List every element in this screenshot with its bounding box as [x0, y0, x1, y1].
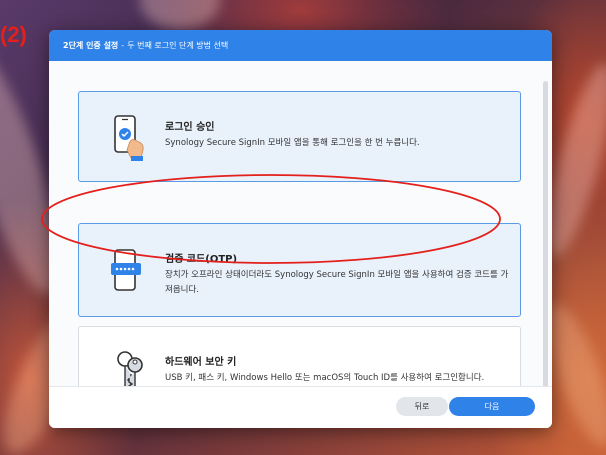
back-button[interactable]: 뒤로 — [396, 397, 448, 416]
two-factor-setup-dialog: 2단계 인증 설정 - 두 번째 로그인 단계 방법 선택 로그인 승인 Syn… — [49, 30, 552, 428]
dialog-body: 로그인 승인 Synology Secure SignIn 모바일 앱을 통해 … — [49, 61, 552, 419]
phone-otp-code-icon — [111, 249, 141, 291]
option-title: 하드웨어 보안 키 — [165, 357, 237, 368]
vertical-scrollbar[interactable] — [543, 81, 548, 411]
option-description: Synology Secure SignIn 모바일 앱을 통해 로그인을 한 … — [165, 138, 420, 148]
dialog-title-separator: - — [121, 41, 125, 50]
option-otp-code[interactable]: 검증 코드(OTP) 장치가 오프라인 상태이더라도 Synology Secu… — [78, 223, 521, 317]
option-title: 검증 코드(OTP) — [165, 254, 238, 265]
option-description: USB 키, 패스 키, Windows Hello 또는 macOS의 Tou… — [165, 373, 485, 383]
dialog-footer: 뒤로 다음 — [49, 386, 552, 428]
option-login-approval[interactable]: 로그인 승인 Synology Secure SignIn 모바일 앱을 통해 … — [78, 91, 521, 182]
phone-tap-approve-icon — [114, 115, 144, 161]
dialog-subtitle: 두 번째 로그인 단계 방법 선택 — [127, 41, 229, 50]
dialog-header: 2단계 인증 설정 - 두 번째 로그인 단계 방법 선택 — [49, 30, 552, 61]
dialog-title: 2단계 인증 설정 — [63, 41, 119, 50]
annotation-step-label: (2) — [0, 22, 27, 47]
next-button[interactable]: 다음 — [449, 397, 535, 416]
option-description: 장치가 오프라인 상태이더라도 Synology Secure SignIn 모… — [165, 270, 509, 295]
option-title: 로그인 승인 — [165, 122, 215, 133]
